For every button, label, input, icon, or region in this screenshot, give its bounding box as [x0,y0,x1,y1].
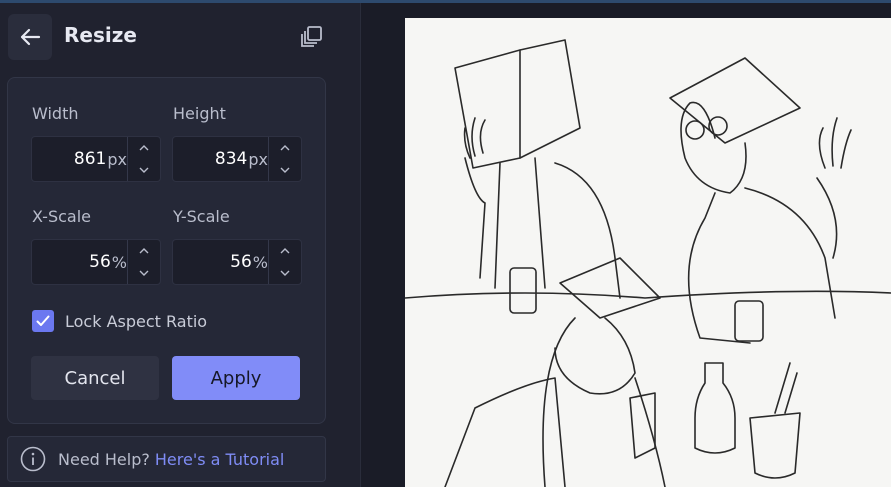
height-value: 834 [214,149,248,169]
help-bar: Need Help? Here's a Tutorial [7,436,326,482]
x-scale-unit: % [111,252,127,272]
chevron-down-icon [139,167,149,173]
width-label: Width [32,104,79,123]
chevron-up-icon [139,248,149,254]
chevron-down-icon [139,270,149,276]
x-scale-stepper[interactable] [127,240,160,284]
y-scale-input[interactable]: 56% [173,240,268,284]
chevron-up-icon [139,145,149,151]
height-increment-button[interactable] [269,137,301,159]
height-label: Height [173,104,226,123]
panel-header: Resize [0,3,360,67]
cancel-button[interactable]: Cancel [31,356,159,400]
lock-aspect-ratio-toggle[interactable]: Lock Aspect Ratio [32,310,207,332]
x-scale-field[interactable]: 56% [31,239,161,285]
height-decrement-button[interactable] [269,159,301,181]
duplicate-icon [301,26,322,47]
checkmark-icon [36,315,50,326]
sketch-illustration [405,39,891,487]
canvas-area [361,3,891,487]
width-unit: px [107,149,127,169]
height-input[interactable]: 834 px [173,137,268,181]
x-scale-label: X-Scale [32,207,91,226]
x-scale-decrement-button[interactable] [128,262,160,284]
duplicate-button[interactable] [298,23,326,51]
resize-settings-card: Width Height 861 px 834 px X-Scale Y-Scale… [7,77,326,424]
height-field[interactable]: 834 px [172,136,302,182]
width-value: 861 [73,149,107,169]
canvas-image[interactable] [405,18,891,487]
resize-panel: Resize Width Height 861 px 834 px X-Scal… [0,3,361,487]
help-prefix: Need Help? [58,449,150,469]
width-stepper[interactable] [127,137,160,181]
lock-aspect-ratio-checkbox[interactable] [32,310,54,332]
tutorial-link[interactable]: Here's a Tutorial [155,450,284,469]
chevron-up-icon [280,248,290,254]
chevron-down-icon [280,167,290,173]
chevron-down-icon [280,270,290,276]
width-decrement-button[interactable] [128,159,160,181]
y-scale-label: Y-Scale [173,207,230,226]
y-scale-decrement-button[interactable] [269,262,301,284]
height-unit: px [248,149,268,169]
y-scale-increment-button[interactable] [269,240,301,262]
width-input[interactable]: 861 px [32,137,127,181]
apply-button[interactable]: Apply [172,356,300,400]
y-scale-field[interactable]: 56% [172,239,302,285]
x-scale-value: 56 [89,252,111,272]
info-icon [20,446,46,472]
chevron-up-icon [280,145,290,151]
y-scale-stepper[interactable] [268,240,301,284]
lock-aspect-ratio-label: Lock Aspect Ratio [65,311,208,331]
y-scale-value: 56 [230,252,252,272]
y-scale-unit: % [252,252,268,272]
width-increment-button[interactable] [128,137,160,159]
x-scale-increment-button[interactable] [128,240,160,262]
width-field[interactable]: 861 px [31,136,161,182]
height-stepper[interactable] [268,137,301,181]
back-button[interactable] [8,14,52,60]
page-title: Resize [64,23,137,47]
x-scale-input[interactable]: 56% [32,240,127,284]
arrow-left-icon [20,28,41,46]
